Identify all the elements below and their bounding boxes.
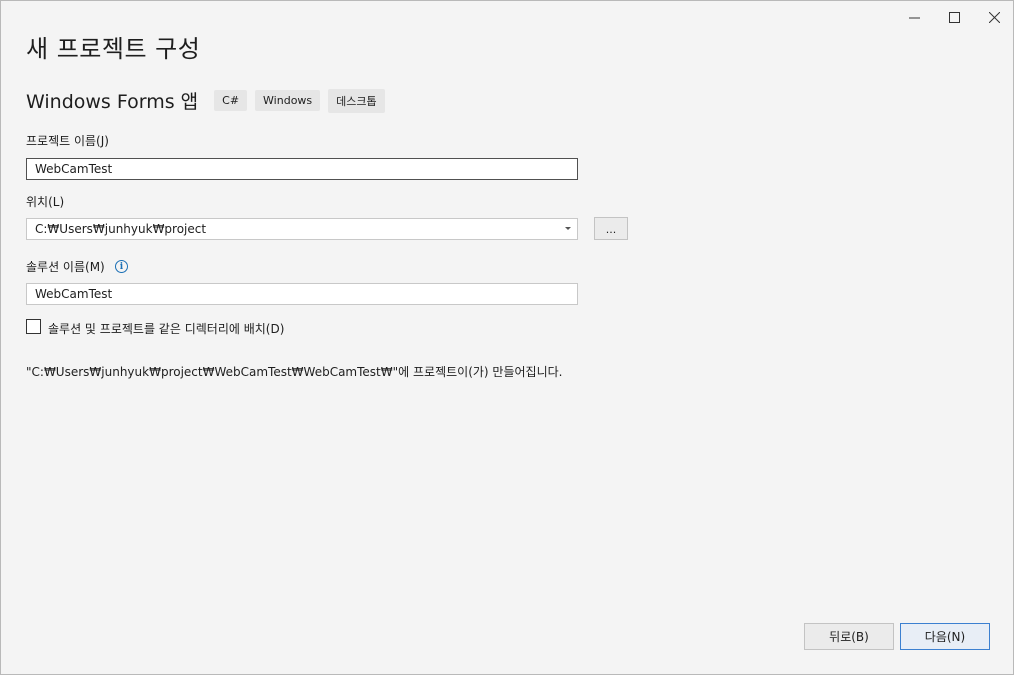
solution-name-label: 솔루션 이름(M): [26, 260, 105, 274]
info-icon[interactable]: i: [115, 260, 128, 273]
same-directory-checkbox-label[interactable]: 솔루션 및 프로젝트를 같은 디렉터리에 배치(D): [48, 320, 284, 337]
template-info: Windows Forms 앱 C# Windows 데스크톱: [26, 87, 393, 114]
tag-project-type: 데스크톱: [328, 88, 385, 113]
solution-name-input[interactable]: WebCamTest: [26, 283, 578, 305]
next-button[interactable]: 다음(N): [900, 623, 990, 650]
location-value: C:₩Users₩junhyuk₩project: [35, 222, 207, 236]
project-name-input[interactable]: WebCamTest: [26, 158, 578, 180]
chevron-down-icon[interactable]: [565, 227, 571, 230]
project-name-label: 프로젝트 이름(J): [26, 134, 109, 148]
back-button[interactable]: 뒤로(B): [804, 623, 894, 650]
maximize-button[interactable]: [934, 1, 974, 33]
tag-platform: Windows: [255, 90, 321, 111]
tag-language: C#: [214, 90, 248, 111]
page-title: 새 프로젝트 구성: [26, 35, 201, 63]
dialog-window: 새 프로젝트 구성 Windows Forms 앱 C# Windows 데스크…: [0, 0, 1014, 675]
close-icon: [988, 11, 1000, 23]
browse-button[interactable]: ...: [594, 217, 628, 240]
minimize-icon: [908, 17, 920, 18]
project-name-value: WebCamTest: [35, 162, 113, 176]
minimize-button[interactable]: [894, 1, 934, 33]
location-label: 위치(L): [26, 195, 65, 209]
same-directory-checkbox[interactable]: [26, 319, 41, 334]
close-button[interactable]: [974, 1, 1014, 33]
location-combobox[interactable]: C:₩Users₩junhyuk₩project: [26, 218, 578, 240]
maximize-icon: [948, 11, 960, 23]
output-path-note: "C:₩Users₩junhyuk₩project₩WebCamTest₩Web…: [26, 365, 563, 379]
solution-name-value: WebCamTest: [35, 287, 113, 301]
template-name: Windows Forms 앱: [26, 91, 199, 113]
